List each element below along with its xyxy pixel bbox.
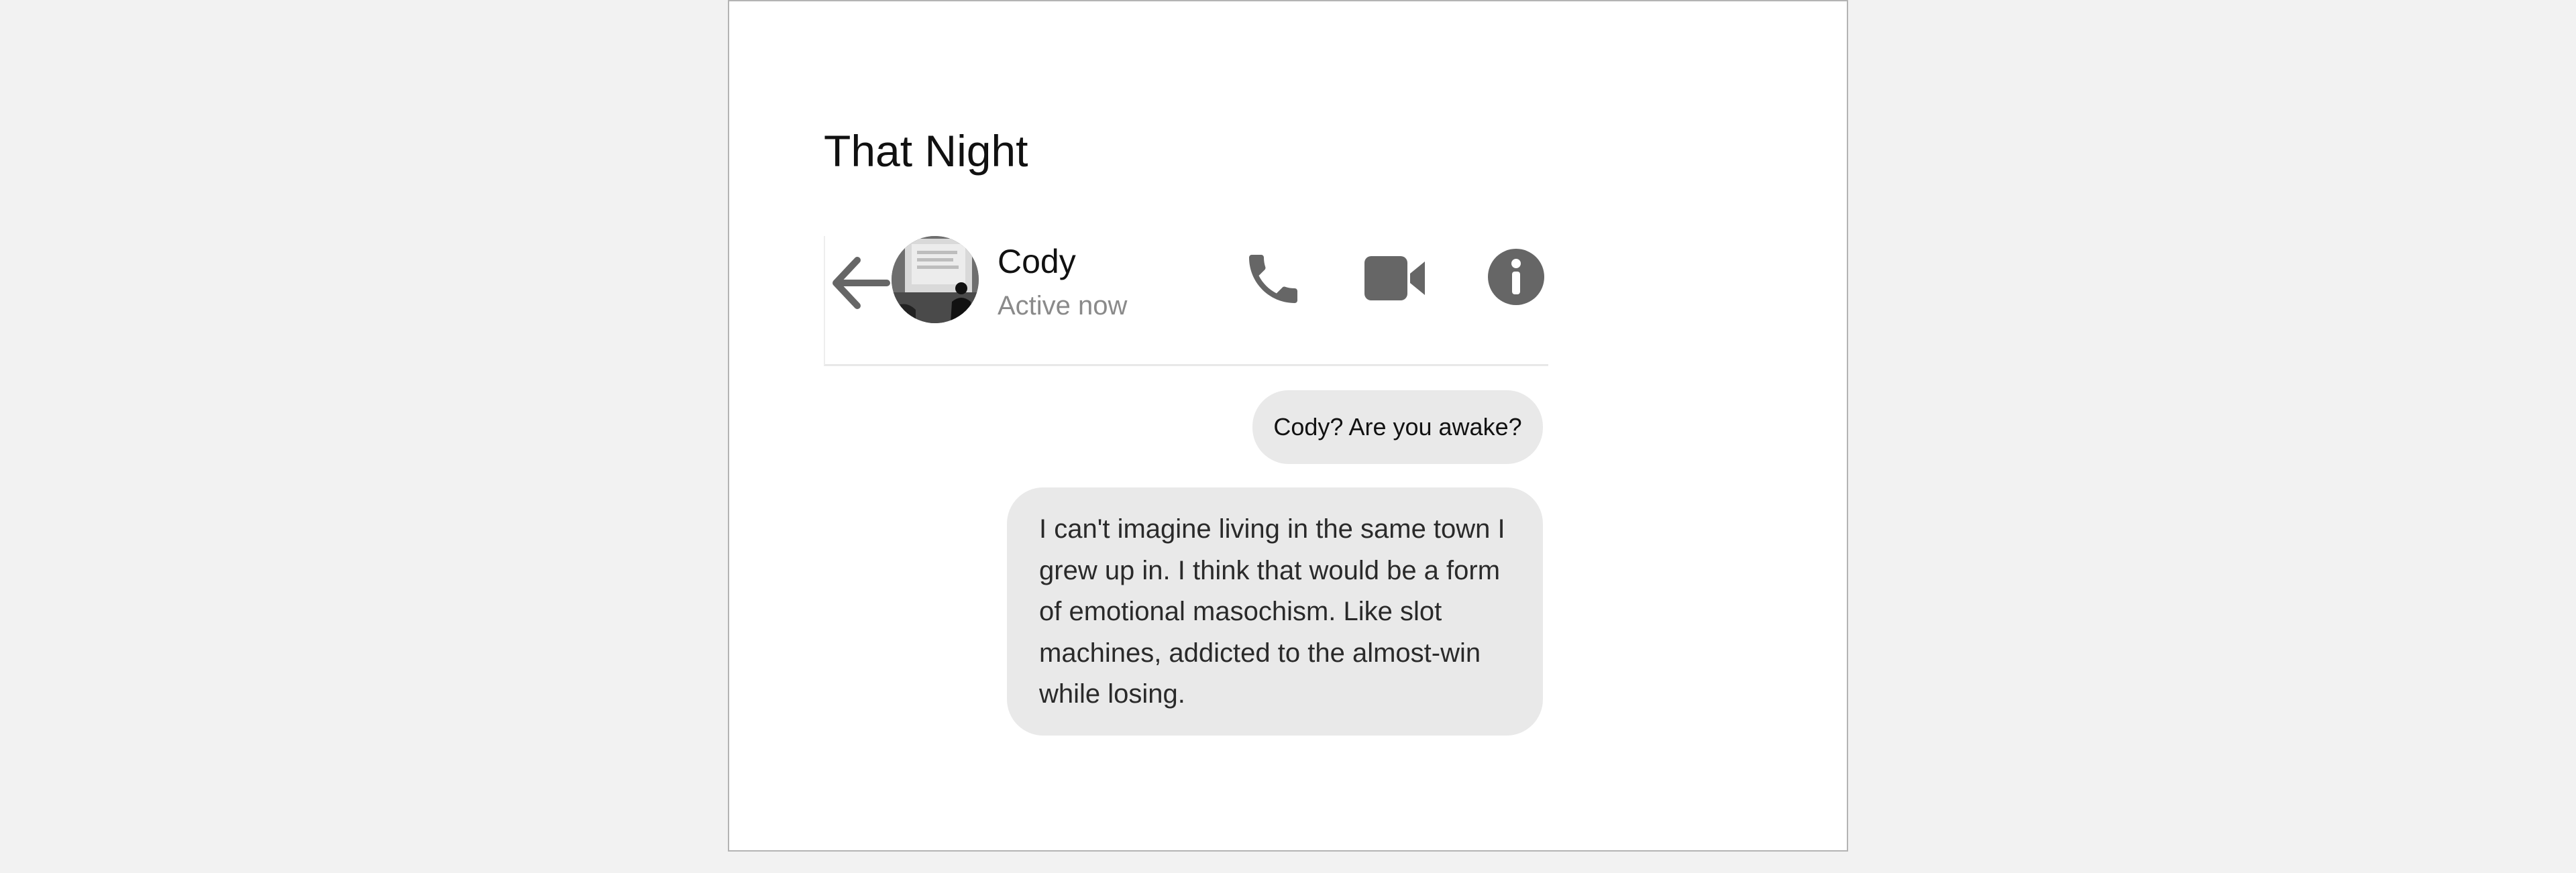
info-icon[interactable] (1486, 247, 1546, 307)
avatar-photo (892, 236, 979, 323)
message-bubble[interactable]: Cody? Are you awake? (1252, 390, 1543, 464)
arrow-left-icon[interactable] (828, 251, 892, 315)
avatar[interactable] (892, 236, 979, 323)
video-camera-icon[interactable] (1362, 247, 1429, 311)
contact-name: Cody (998, 243, 1076, 280)
message-bubble[interactable]: I can't imagine living in the same town … (1007, 487, 1543, 736)
page-card: That Night Cody Active now Cody? Are you… (728, 0, 1848, 852)
contact-status: Active now (998, 291, 1128, 321)
chat-header: Cody Active now (824, 236, 1548, 366)
phone-icon[interactable] (1241, 247, 1305, 311)
page-title: That Night (824, 126, 1028, 176)
